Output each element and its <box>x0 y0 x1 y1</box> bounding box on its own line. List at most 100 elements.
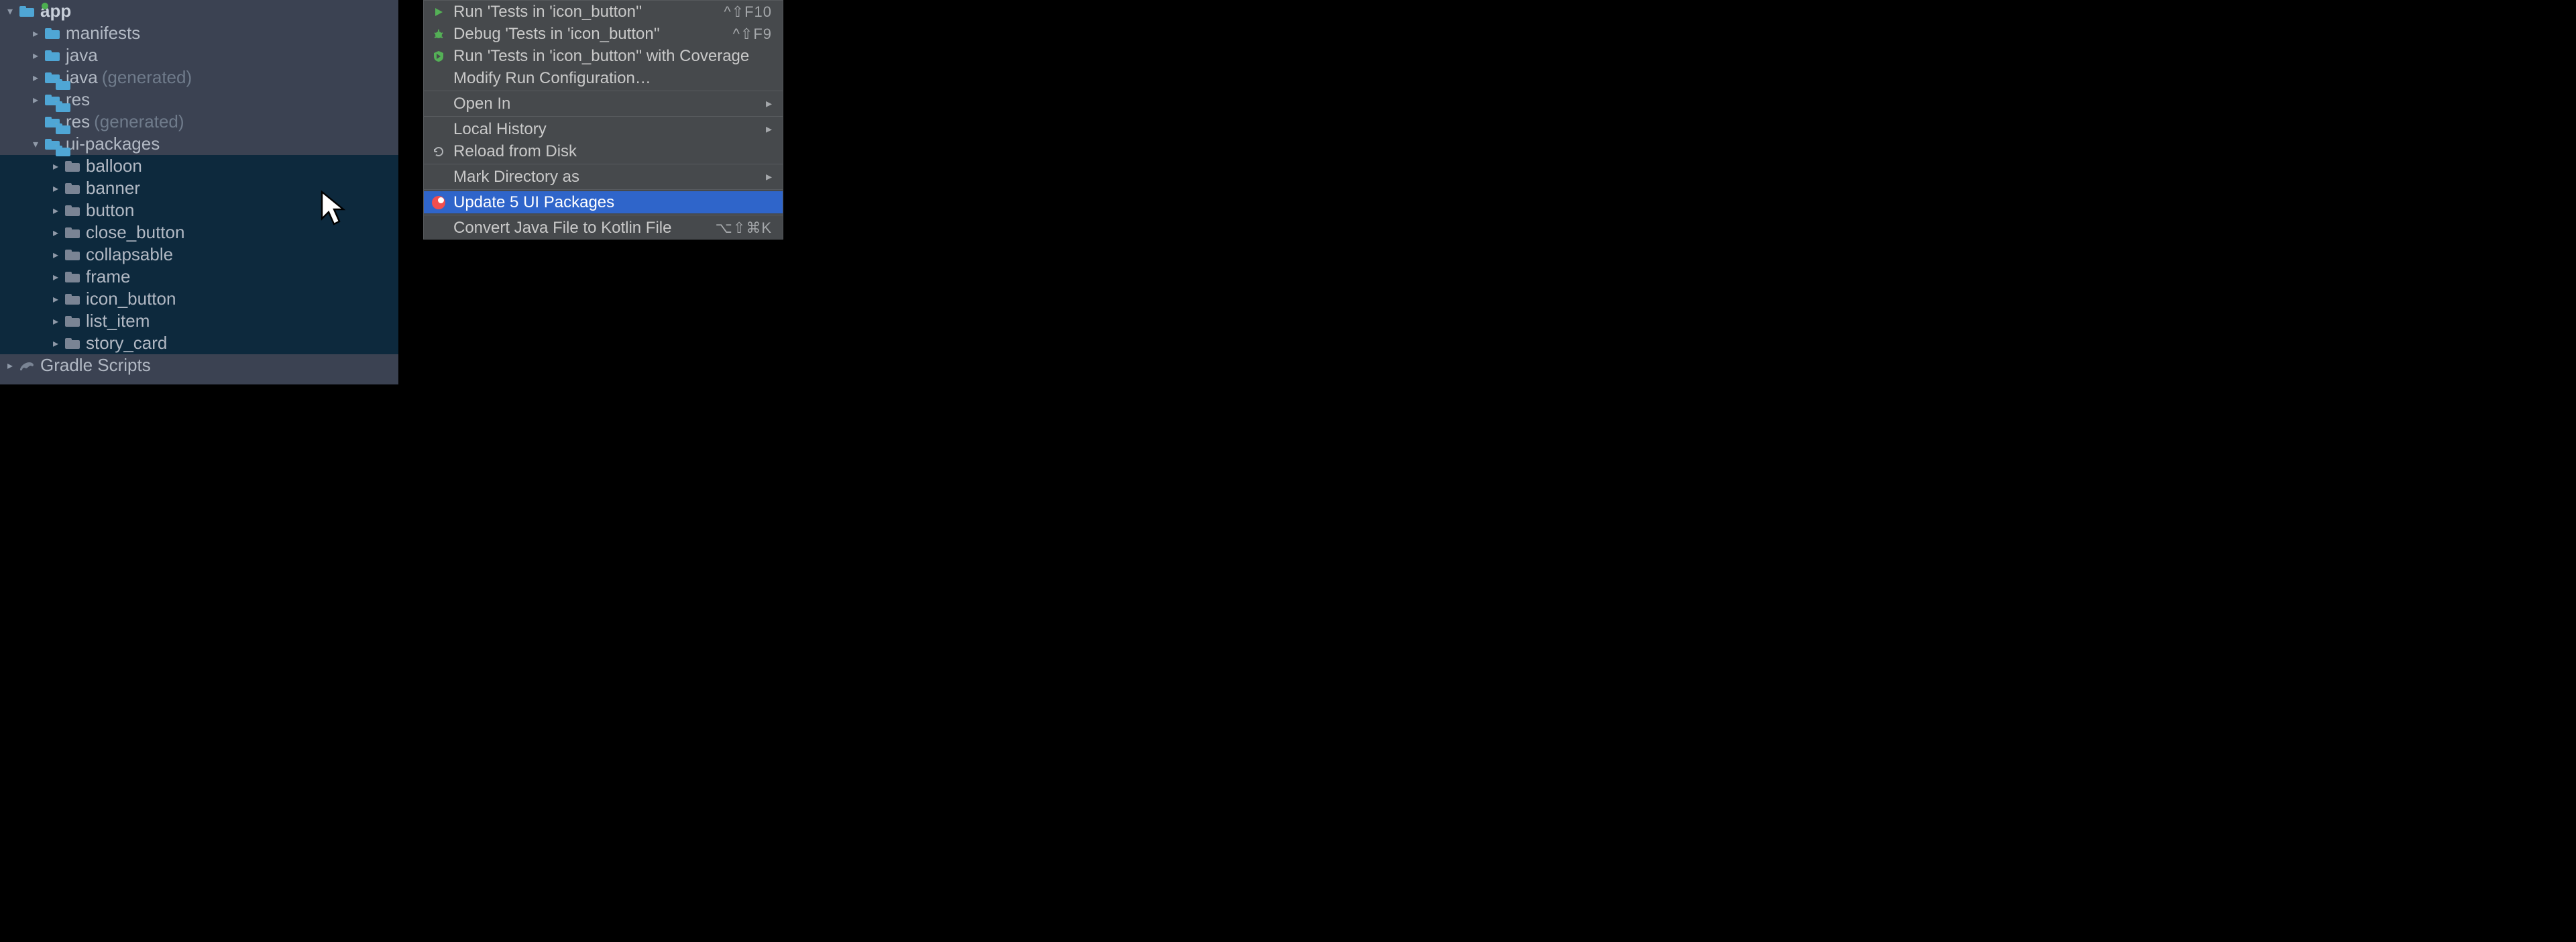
folder-icon <box>64 272 80 282</box>
submenu-arrow-icon: ▸ <box>766 170 772 184</box>
chevron-right-icon: ▸ <box>50 315 62 328</box>
resource-folder-generated-icon <box>44 117 60 127</box>
tree-label: ui-packages <box>66 134 160 154</box>
folder-icon <box>19 6 35 17</box>
menu-label: Mark Directory as <box>453 168 766 187</box>
folder-icon <box>64 250 80 260</box>
chevron-right-icon: ▸ <box>50 248 62 262</box>
tree-label: java <box>66 45 98 66</box>
gradle-icon <box>19 360 35 372</box>
tree-node-banner[interactable]: ▸ banner <box>0 177 398 199</box>
menu-label: Update 5 UI Packages <box>453 193 772 212</box>
menu-open-in[interactable]: Open In ▸ <box>424 93 783 115</box>
chevron-right-icon: ▸ <box>50 337 62 350</box>
folder-generated-icon <box>44 72 60 83</box>
menu-run-coverage[interactable]: Run 'Tests in 'icon_button'' with Covera… <box>424 45 783 67</box>
resource-folder-icon <box>44 139 60 150</box>
tree-label-suffix: (generated) <box>102 67 192 88</box>
tree-node-close-button[interactable]: ▸ close_button <box>0 221 398 244</box>
tree-label: collapsable <box>86 244 173 265</box>
menu-label: Run 'Tests in 'icon_button'' with Covera… <box>453 47 772 66</box>
chevron-right-icon: ▸ <box>30 93 42 107</box>
menu-convert-java-kotlin[interactable]: Convert Java File to Kotlin File ⌥⇧⌘K <box>424 217 783 239</box>
submenu-arrow-icon: ▸ <box>766 97 772 111</box>
menu-shortcut: ⌥⇧⌘K <box>716 219 772 237</box>
folder-icon <box>64 316 80 327</box>
tree-label: list_item <box>86 311 150 331</box>
tree-node-story-card[interactable]: ▸ story_card <box>0 332 398 354</box>
tree-label: java <box>66 67 98 88</box>
tree-label-suffix: (generated) <box>94 111 184 132</box>
tree-node-res[interactable]: ▸ res <box>0 89 398 111</box>
menu-debug-tests[interactable]: Debug 'Tests in 'icon_button'' ^⇧F9 <box>424 23 783 45</box>
menu-shortcut: ^⇧F10 <box>724 3 772 21</box>
chevron-right-icon: ▸ <box>50 226 62 240</box>
chevron-right-icon: ▸ <box>50 293 62 306</box>
menu-label: Reload from Disk <box>453 142 772 161</box>
menu-local-history[interactable]: Local History ▸ <box>424 118 783 140</box>
menu-label: Modify Run Configuration… <box>453 69 772 88</box>
module-active-dot-icon <box>42 3 48 9</box>
chevron-right-icon: ▸ <box>50 160 62 173</box>
context-menu: Run 'Tests in 'icon_button'' ^⇧F10 Debug… <box>423 0 783 240</box>
menu-update-ui-packages[interactable]: Update 5 UI Packages <box>424 191 783 213</box>
reload-icon <box>429 146 448 158</box>
chevron-right-icon: ▸ <box>30 49 42 62</box>
tree-node-res-generated[interactable]: ▸ res (generated) <box>0 111 398 133</box>
chevron-right-icon: ▸ <box>30 71 42 85</box>
menu-mark-directory-as[interactable]: Mark Directory as ▸ <box>424 166 783 188</box>
relay-plugin-icon <box>429 196 448 209</box>
chevron-down-icon: ▾ <box>4 5 16 18</box>
tree-label: close_button <box>86 222 184 243</box>
bug-icon <box>429 28 448 40</box>
tree-label: icon_button <box>86 289 176 309</box>
submenu-arrow-icon: ▸ <box>766 122 772 136</box>
tree-label: banner <box>86 178 140 199</box>
chevron-right-icon: ▸ <box>50 204 62 217</box>
resource-folder-icon <box>44 95 60 105</box>
menu-label: Local History <box>453 120 766 139</box>
tree-node-icon-button[interactable]: ▸ icon_button <box>0 288 398 310</box>
tree-node-manifests[interactable]: ▸ manifests <box>0 22 398 44</box>
menu-label: Convert Java File to Kotlin File <box>453 219 716 238</box>
chevron-down-icon: ▾ <box>30 138 42 151</box>
menu-run-tests[interactable]: Run 'Tests in 'icon_button'' ^⇧F10 <box>424 1 783 23</box>
tree-label: Gradle Scripts <box>40 355 151 376</box>
tree-label: manifests <box>66 23 140 44</box>
chevron-right-icon: ▸ <box>30 27 42 40</box>
folder-icon <box>64 227 80 238</box>
menu-modify-run-config[interactable]: Modify Run Configuration… <box>424 67 783 89</box>
menu-reload-from-disk[interactable]: Reload from Disk <box>424 140 783 162</box>
tree-label: balloon <box>86 156 142 176</box>
chevron-right-icon: ▸ <box>50 182 62 195</box>
menu-label: Run 'Tests in 'icon_button'' <box>453 3 724 21</box>
coverage-icon <box>429 50 448 62</box>
tree-node-button[interactable]: ▸ button <box>0 199 398 221</box>
tree-node-java-generated[interactable]: ▸ java (generated) <box>0 66 398 89</box>
folder-icon <box>44 50 60 61</box>
project-tree-panel: ▾ app ▸ manifests ▸ java ▸ java (generat… <box>0 0 398 384</box>
tree-node-list-item[interactable]: ▸ list_item <box>0 310 398 332</box>
chevron-right-icon: ▸ <box>50 270 62 284</box>
folder-icon <box>64 205 80 216</box>
chevron-right-icon: ▸ <box>4 359 16 372</box>
folder-icon <box>64 294 80 305</box>
tree-node-frame[interactable]: ▸ frame <box>0 266 398 288</box>
tree-node-ui-packages[interactable]: ▾ ui-packages <box>0 133 398 155</box>
tree-node-java[interactable]: ▸ java <box>0 44 398 66</box>
tree-label: button <box>86 200 134 221</box>
menu-label: Debug 'Tests in 'icon_button'' <box>453 25 733 44</box>
menu-label: Open In <box>453 95 766 113</box>
tree-label: frame <box>86 266 130 287</box>
tree-node-gradle-scripts[interactable]: ▸ Gradle Scripts <box>0 354 398 376</box>
folder-icon <box>44 28 60 39</box>
tree-node-collapsable[interactable]: ▸ collapsable <box>0 244 398 266</box>
tree-label: story_card <box>86 333 167 354</box>
folder-icon <box>64 161 80 172</box>
menu-shortcut: ^⇧F9 <box>733 25 772 43</box>
play-icon <box>429 7 448 17</box>
folder-icon <box>64 338 80 349</box>
tree-node-app[interactable]: ▾ app <box>0 0 398 22</box>
folder-icon <box>64 183 80 194</box>
tree-node-balloon[interactable]: ▸ balloon <box>0 155 398 177</box>
